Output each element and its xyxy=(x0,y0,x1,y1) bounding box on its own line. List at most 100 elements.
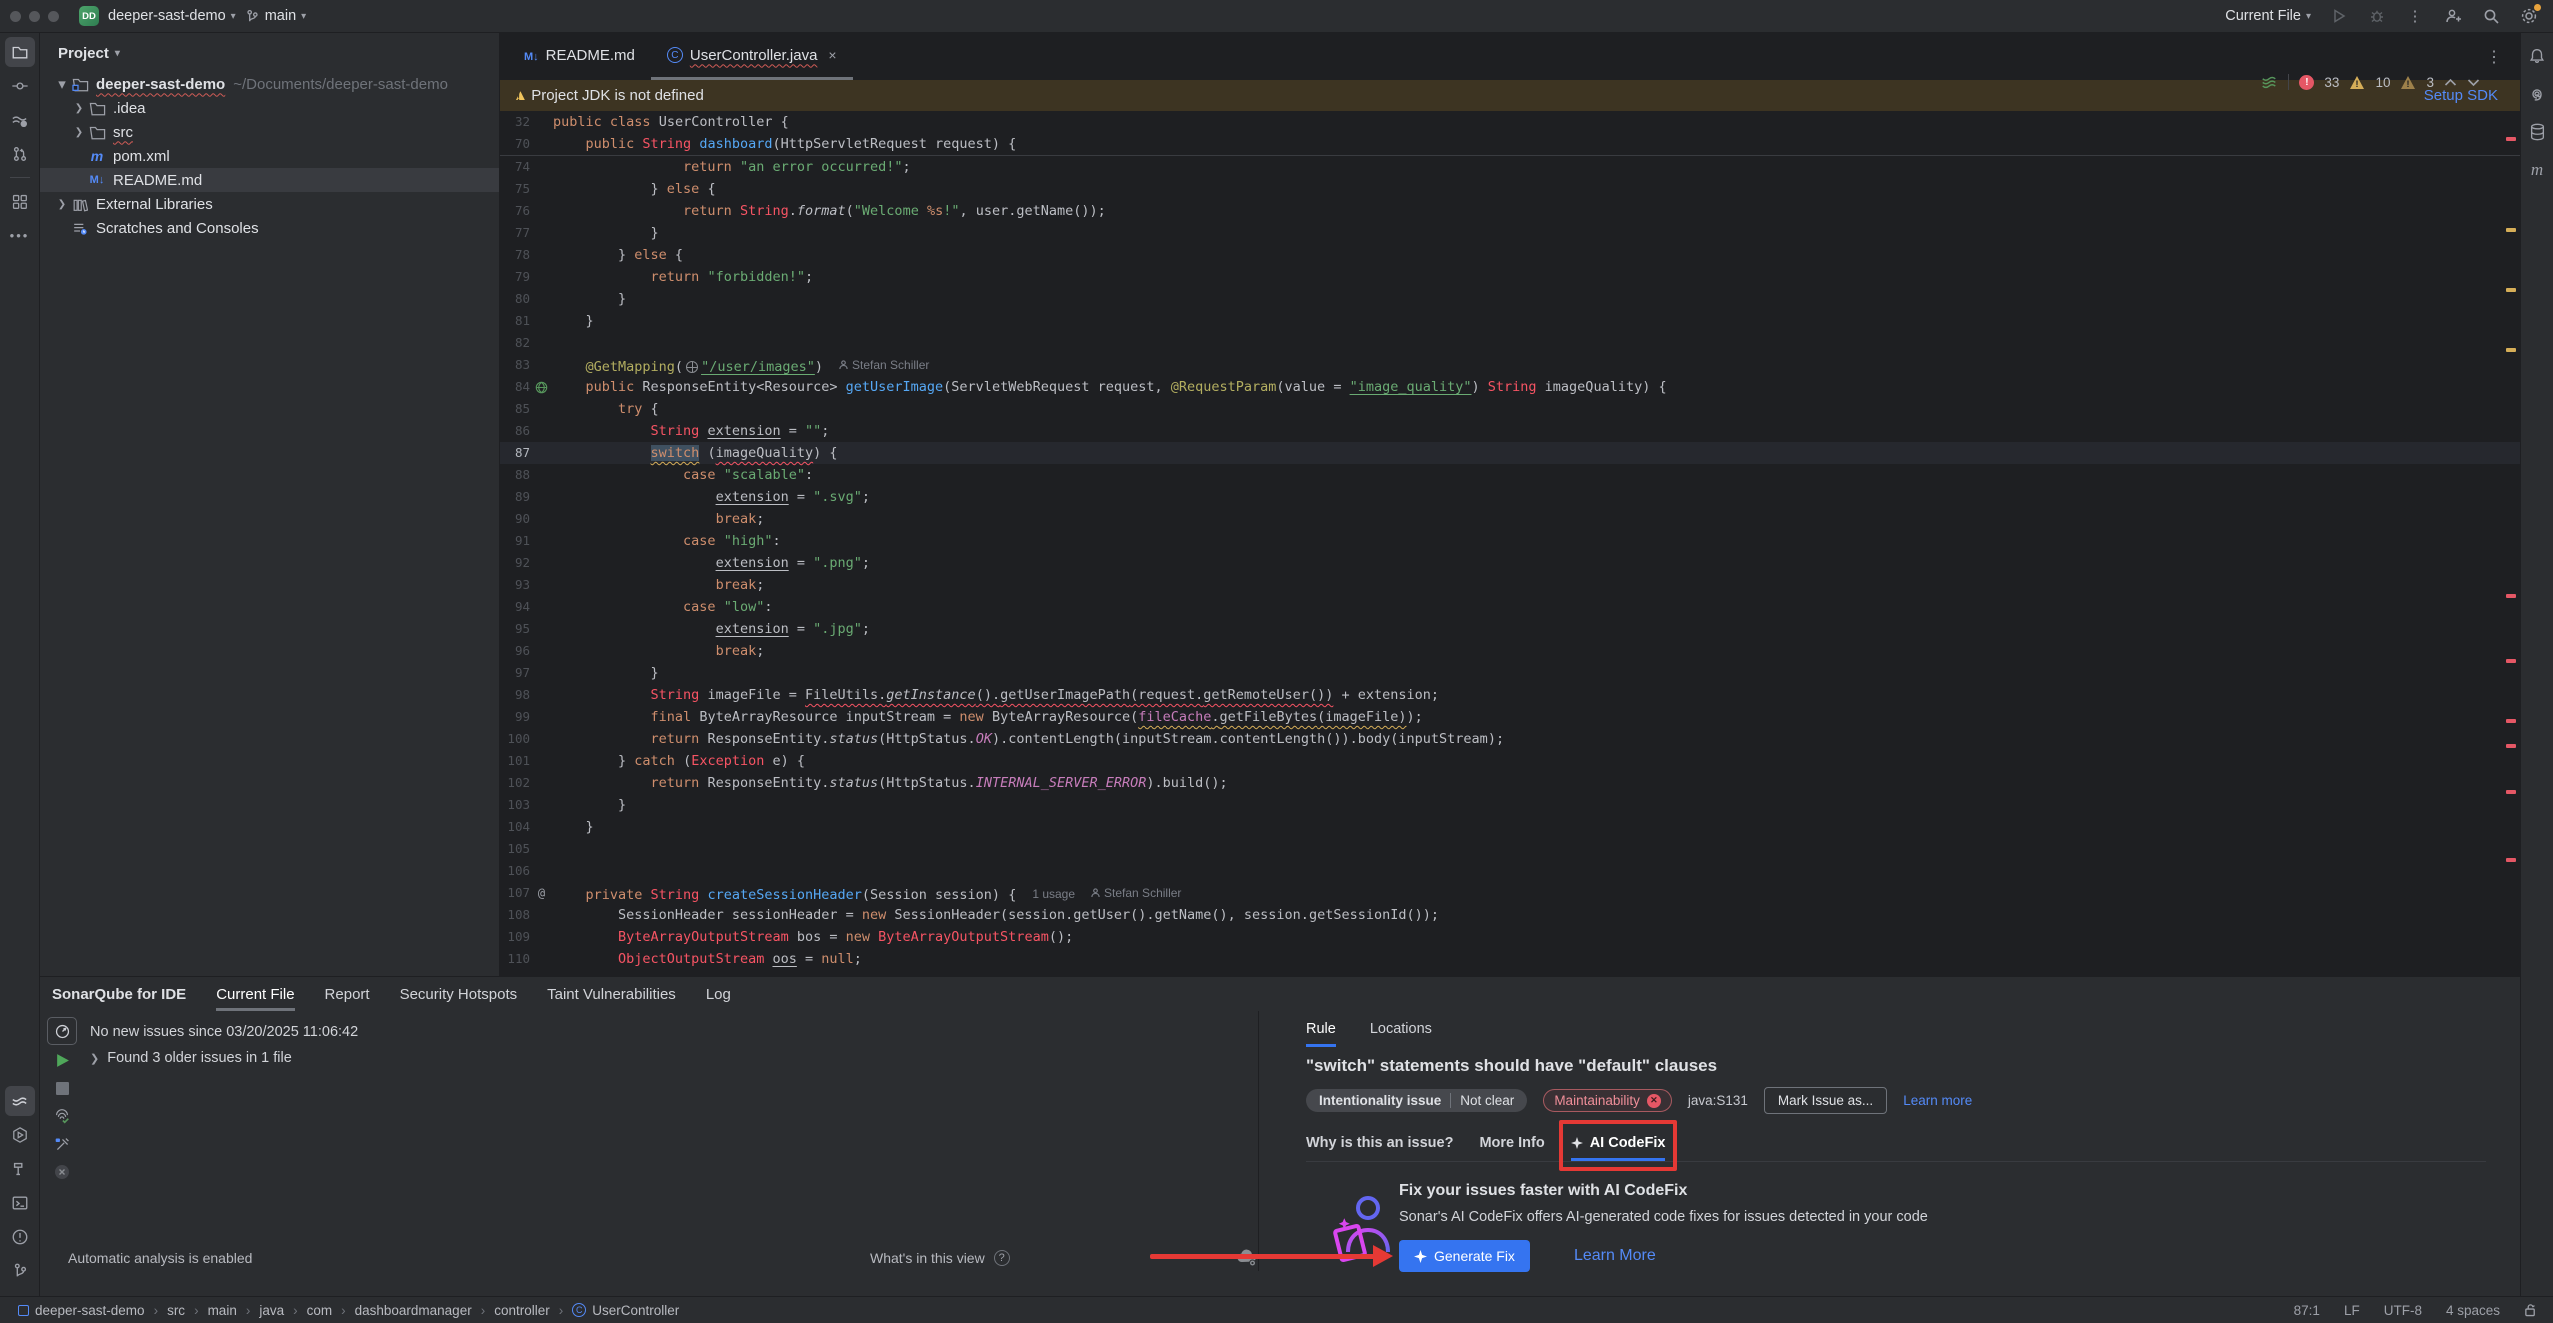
code-line-87[interactable]: 87 switch (imageQuality) { xyxy=(500,442,2520,464)
sonarqube-panel-title[interactable]: SonarQube for IDE xyxy=(52,986,186,1003)
rule-tab-rule[interactable]: Rule xyxy=(1306,1017,1336,1047)
code-line-105[interactable]: 105 xyxy=(500,838,2520,860)
code-line-104[interactable]: 104 } xyxy=(500,816,2520,838)
annotation-gutter-icon[interactable]: @ xyxy=(530,882,553,904)
editor-tab-readme-md[interactable]: M↓README.md xyxy=(508,33,651,80)
maven-tool-icon[interactable]: m xyxy=(2522,155,2552,185)
chevron-right-icon[interactable]: ❯ xyxy=(71,127,87,138)
run-button[interactable] xyxy=(2329,6,2349,26)
code-line-84[interactable]: 84 public ResponseEntity<Resource> getUs… xyxy=(500,376,2520,398)
editor-options-kebab[interactable]: ⋮ xyxy=(2486,47,2502,67)
stripe-mark[interactable] xyxy=(2506,719,2516,723)
tab-why-is-this-an-issue-[interactable]: Why is this an issue? xyxy=(1306,1128,1453,1161)
project-tool-icon[interactable] xyxy=(5,37,35,67)
clear-results-icon[interactable] xyxy=(47,1159,77,1185)
run-analysis-button[interactable] xyxy=(47,1047,77,1073)
more-tools-icon[interactable]: ••• xyxy=(5,220,35,250)
analysis-settings-icon[interactable] xyxy=(47,1131,77,1157)
next-issue-chevron[interactable] xyxy=(2467,78,2480,87)
code-line-76[interactable]: 76 return String.format("Welcome %s!", u… xyxy=(500,200,2520,222)
code-line-103[interactable]: 103 } xyxy=(500,794,2520,816)
error-stripe[interactable] xyxy=(2504,111,2518,976)
problems-tool-icon[interactable] xyxy=(5,1222,35,1252)
analysis-status-icon[interactable] xyxy=(47,1017,77,1045)
indent-style[interactable]: 4 spaces xyxy=(2446,1303,2500,1318)
sonarqube-tool-icon[interactable] xyxy=(5,1086,35,1116)
database-tool-icon[interactable] xyxy=(2522,117,2552,147)
code-line-75[interactable]: 75 } else { xyxy=(500,178,2520,200)
ai-assistant-icon[interactable] xyxy=(2522,79,2552,109)
code-line-83[interactable]: 83 @GetMapping("/user/images")Stefan Sch… xyxy=(500,354,2520,376)
code-line-78[interactable]: 78 } else { xyxy=(500,244,2520,266)
code-line-106[interactable]: 106 xyxy=(500,860,2520,882)
breadcrumb-item-dashboardmanager[interactable]: dashboardmanager xyxy=(355,1303,472,1318)
connected-mode-icon[interactable] xyxy=(47,1103,77,1129)
code-area[interactable]: 32public class UserController {70 public… xyxy=(500,111,2520,976)
code-line-91[interactable]: 91 case "high": xyxy=(500,530,2520,552)
code-line-80[interactable]: 80 } xyxy=(500,288,2520,310)
panel-tab-security-hotspots[interactable]: Security Hotspots xyxy=(400,977,518,1011)
build-tool-icon[interactable] xyxy=(5,1154,35,1184)
code-with-me-icon[interactable] xyxy=(2443,6,2463,26)
terminal-tool-icon[interactable] xyxy=(5,1188,35,1218)
services-tool-icon[interactable] xyxy=(5,1120,35,1150)
code-line-77[interactable]: 77 } xyxy=(500,222,2520,244)
usages-inlay[interactable]: 1 usage xyxy=(1032,883,1075,905)
code-line-92[interactable]: 92 extension = ".png"; xyxy=(500,552,2520,574)
code-line-90[interactable]: 90 break; xyxy=(500,508,2520,530)
panel-tab-taint-vulnerabilities[interactable]: Taint Vulnerabilities xyxy=(547,977,676,1011)
project-switcher[interactable]: deeper-sast-demo▾ xyxy=(108,8,236,24)
structure-tool-icon[interactable] xyxy=(5,186,35,216)
panel-tab-report[interactable]: Report xyxy=(325,977,370,1011)
code-line-88[interactable]: 88 case "scalable": xyxy=(500,464,2520,486)
breadcrumb-item-main[interactable]: main xyxy=(208,1303,237,1318)
rest-endpoint-gutter-icon[interactable] xyxy=(530,376,553,398)
mark-issue-as-button[interactable]: Mark Issue as... xyxy=(1764,1087,1887,1114)
sonar-help-tool-icon[interactable]: ? xyxy=(5,105,35,135)
code-line-96[interactable]: 96 break; xyxy=(500,640,2520,662)
code-line-101[interactable]: 101 } catch (Exception e) { xyxy=(500,750,2520,772)
stripe-mark[interactable] xyxy=(2506,790,2516,794)
chevron-right-icon[interactable]: ❯ xyxy=(71,103,87,114)
code-line-98[interactable]: 98 String imageFile = FileUtils.getInsta… xyxy=(500,684,2520,706)
stripe-mark[interactable] xyxy=(2506,744,2516,748)
code-line-81[interactable]: 81 } xyxy=(500,310,2520,332)
stripe-mark[interactable] xyxy=(2506,137,2516,141)
code-line-79[interactable]: 79 return "forbidden!"; xyxy=(500,266,2520,288)
found-issues-row[interactable]: ❯ Found 3 older issues in 1 file xyxy=(90,1045,358,1071)
chevron-right-icon[interactable]: ❯ xyxy=(54,199,70,210)
tree-item-readme-md[interactable]: M↓README.md xyxy=(40,168,499,192)
stripe-mark[interactable] xyxy=(2506,858,2516,862)
close-icon[interactable]: × xyxy=(828,47,836,63)
code-line-99[interactable]: 99 final ByteArrayResource inputStream =… xyxy=(500,706,2520,728)
commit-tool-icon[interactable] xyxy=(5,71,35,101)
code-line-82[interactable]: 82 xyxy=(500,332,2520,354)
settings-gear-icon[interactable] xyxy=(2519,6,2539,26)
tree-item-src[interactable]: ❯src xyxy=(40,120,499,144)
code-line-107[interactable]: 107@ private String createSessionHeader(… xyxy=(500,882,2520,904)
inspections-widget[interactable]: ! 33 ! 10 ! 3 xyxy=(2260,73,2480,91)
code-line-70[interactable]: 70 public String dashboard(HttpServletRe… xyxy=(500,133,2520,155)
pull-requests-tool-icon[interactable] xyxy=(5,139,35,169)
code-line-102[interactable]: 102 return ResponseEntity.status(HttpSta… xyxy=(500,772,2520,794)
prev-issue-chevron[interactable] xyxy=(2444,78,2457,87)
tree-item-deeper-sast-demo[interactable]: ▾deeper-sast-demo~/Documents/deeper-sast… xyxy=(40,72,499,96)
code-line-86[interactable]: 86 String extension = ""; xyxy=(500,420,2520,442)
breadcrumb-item-com[interactable]: com xyxy=(307,1303,333,1318)
search-everywhere-icon[interactable] xyxy=(2481,6,2501,26)
code-line-109[interactable]: 109 ByteArrayOutputStream bos = new Byte… xyxy=(500,926,2520,948)
panel-tab-current-file[interactable]: Current File xyxy=(216,977,294,1011)
code-line-93[interactable]: 93 break; xyxy=(500,574,2520,596)
run-configuration-selector[interactable]: Current File▾ xyxy=(2225,8,2311,24)
stop-analysis-button[interactable] xyxy=(47,1075,77,1101)
code-line-108[interactable]: 108 SessionHeader sessionHeader = new Se… xyxy=(500,904,2520,926)
macos-window-controls[interactable] xyxy=(10,11,59,22)
code-line-85[interactable]: 85 try { xyxy=(500,398,2520,420)
breadcrumb-item-deeper-sast-demo[interactable]: deeper-sast-demo xyxy=(18,1303,145,1318)
breadcrumb-item-src[interactable]: src xyxy=(167,1303,185,1318)
tree-item-pom-xml[interactable]: mpom.xml xyxy=(40,144,499,168)
code-line-110[interactable]: 110 ObjectOutputStream oos = null; xyxy=(500,948,2520,970)
project-panel-header[interactable]: Project ▾ xyxy=(40,33,499,72)
branch-switcher[interactable]: main▾ xyxy=(245,8,306,24)
code-line-97[interactable]: 97 } xyxy=(500,662,2520,684)
